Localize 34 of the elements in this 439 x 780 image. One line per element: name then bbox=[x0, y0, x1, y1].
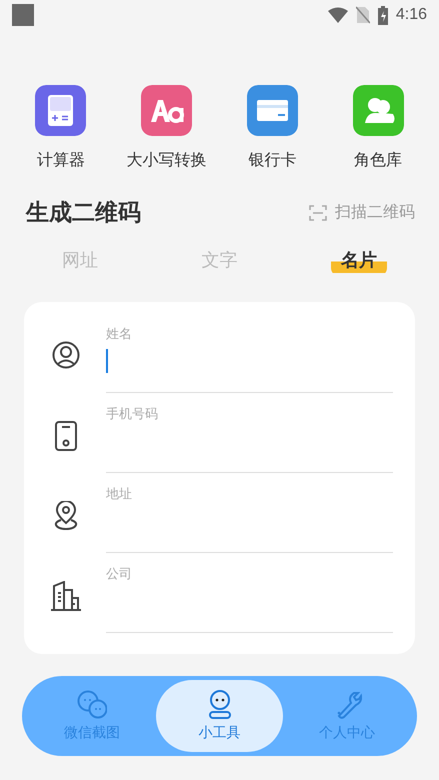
tab[interactable]: 网址 bbox=[52, 244, 108, 276]
people-icon[interactable] bbox=[352, 85, 404, 136]
tool-label[interactable]: 计算器 bbox=[36, 150, 85, 171]
no-sim-icon bbox=[356, 6, 370, 24]
section-title: 生成二维码 bbox=[26, 199, 141, 228]
tool-label[interactable]: 角色库 bbox=[354, 150, 402, 171]
nav-tab[interactable]: 微信截图 bbox=[28, 680, 156, 752]
field-label: 公司 bbox=[106, 566, 133, 583]
chat-icon bbox=[76, 690, 107, 720]
letters-icon[interactable] bbox=[141, 85, 192, 136]
nav-tab[interactable]: 个人中心 bbox=[283, 680, 412, 752]
nav-tab[interactable]: 小工具 bbox=[156, 680, 284, 752]
input-field[interactable]: 地址 bbox=[106, 479, 393, 553]
field-label: 手机号码 bbox=[106, 406, 159, 423]
location-icon bbox=[52, 501, 80, 531]
tool-label[interactable]: 银行卡 bbox=[248, 150, 296, 171]
calculator-icon[interactable] bbox=[35, 85, 86, 136]
tool-label[interactable]: 大小写转换 bbox=[126, 150, 207, 171]
wifi-icon bbox=[328, 7, 348, 23]
input-field[interactable]: 手机号码 bbox=[106, 399, 393, 473]
clock-text: 4:16 bbox=[396, 6, 427, 24]
building-icon bbox=[50, 581, 82, 611]
scan-icon[interactable] bbox=[309, 204, 327, 222]
phone-icon bbox=[52, 421, 80, 451]
card-icon[interactable] bbox=[246, 85, 298, 136]
scan-link[interactable]: 扫描二维码 bbox=[335, 202, 415, 223]
field-label: 地址 bbox=[106, 486, 133, 503]
field-label: 姓名 bbox=[106, 326, 133, 343]
notification-icon bbox=[12, 4, 34, 26]
person-icon bbox=[52, 341, 80, 371]
tab[interactable]: 文字 bbox=[191, 244, 248, 276]
input-field[interactable]: 公司 bbox=[106, 559, 393, 633]
input-field[interactable]: 姓名 bbox=[106, 319, 393, 393]
battery-icon bbox=[378, 6, 388, 24]
